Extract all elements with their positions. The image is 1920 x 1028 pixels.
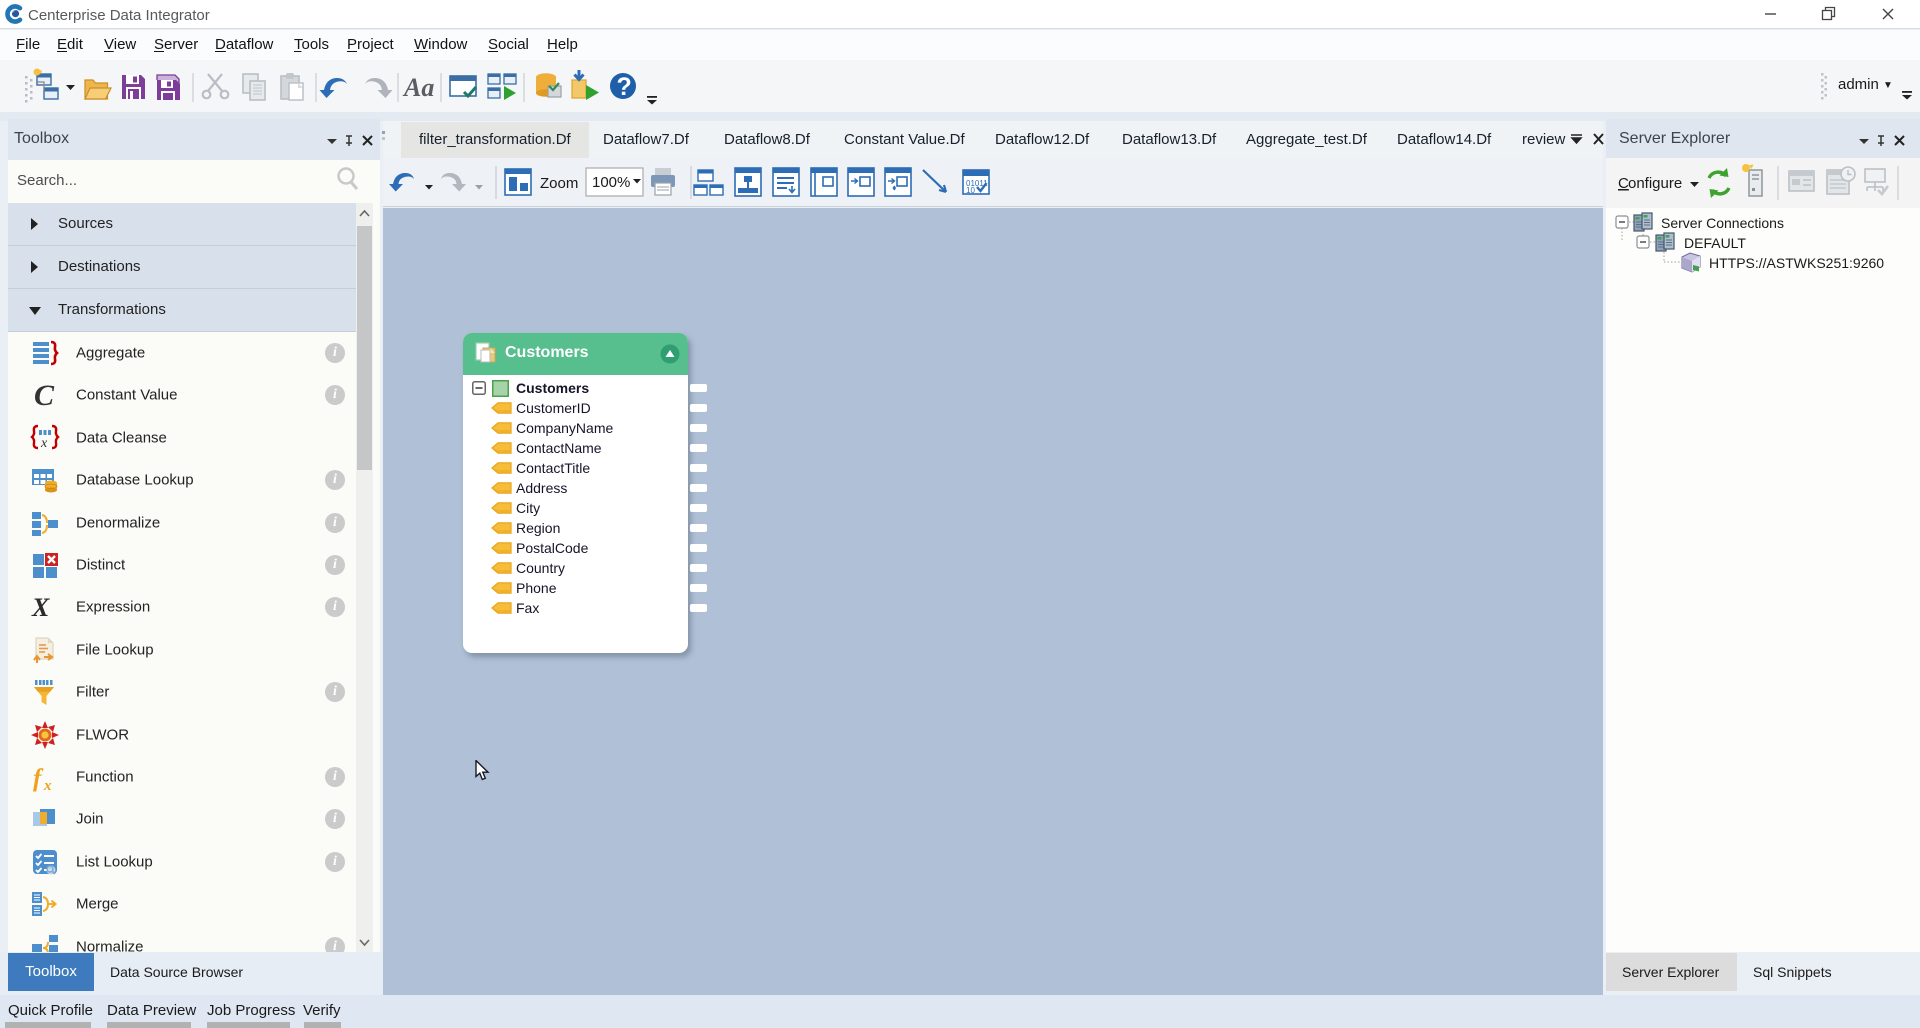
svg-text:x: x	[43, 778, 52, 792]
svg-text:DEFAULT: DEFAULT	[1684, 235, 1746, 251]
svg-text:C: C	[34, 380, 55, 410]
svg-text:X: X	[31, 593, 50, 622]
svg-text:Server Connections: Server Connections	[1661, 215, 1784, 231]
svg-text:x: x	[40, 436, 48, 451]
svg-text:100%: 100%	[592, 174, 630, 191]
svg-text:10: 10	[966, 186, 975, 195]
svg-text:onfigure: onfigure	[1628, 175, 1682, 192]
svg-text:Zoom: Zoom	[540, 175, 578, 192]
svg-text:?: ?	[617, 73, 632, 101]
svg-text:HTTPS://ASTWKS251:9260: HTTPS://ASTWKS251:9260	[1709, 255, 1884, 271]
svg-text:f: f	[33, 765, 44, 792]
svg-text:Aa: Aa	[402, 73, 434, 102]
